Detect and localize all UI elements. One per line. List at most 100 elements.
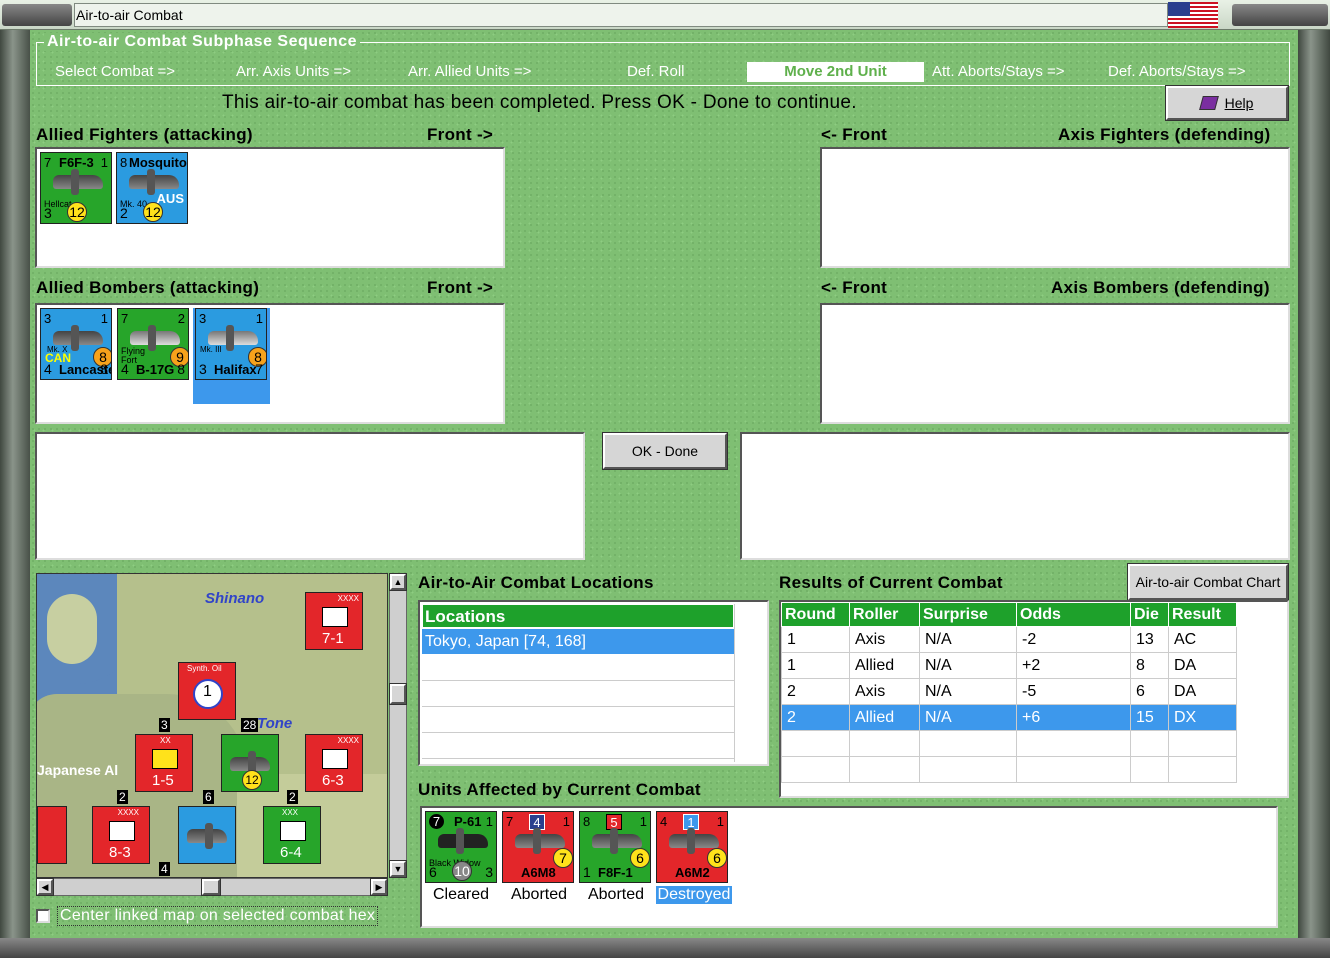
ok-done-button[interactable]: OK - Done bbox=[603, 433, 727, 469]
unit-counter[interactable]: 8 5 1 6 1 F8F-1 bbox=[579, 811, 651, 883]
map-label-shinano: Shinano bbox=[205, 590, 265, 607]
counter-value: 3 bbox=[44, 205, 52, 221]
unit-counter[interactable]: 3 1 Mk. III 8 3 Halifax 7 bbox=[195, 308, 267, 380]
location-row[interactable] bbox=[422, 681, 734, 707]
infantry-icon bbox=[280, 821, 306, 841]
counter-factor: 10 bbox=[452, 861, 472, 881]
counter-strength: 1 bbox=[203, 683, 212, 700]
location-row[interactable] bbox=[422, 733, 734, 759]
center-map-checkbox[interactable] bbox=[36, 909, 50, 923]
table-row[interactable]: 2 Axis N/A -5 6 DA bbox=[781, 678, 1237, 705]
table-row[interactable] bbox=[781, 756, 1237, 783]
stack-count: 28 bbox=[241, 718, 259, 732]
counter-size: Synth. Oil bbox=[187, 664, 222, 673]
axis-bombers-panel[interactable] bbox=[820, 303, 1290, 424]
location-row[interactable] bbox=[422, 655, 734, 681]
table-row[interactable] bbox=[781, 730, 1237, 757]
counter-factor: 12 bbox=[143, 202, 163, 222]
axis-fighters-panel[interactable] bbox=[820, 147, 1290, 268]
map-unit-counter[interactable]: XXXX 6-3 bbox=[305, 734, 363, 792]
scroll-thumb[interactable] bbox=[390, 684, 406, 704]
scroll-down-arrow[interactable]: ▼ bbox=[390, 861, 406, 877]
allied-info-panel bbox=[35, 432, 585, 560]
location-row[interactable] bbox=[422, 707, 734, 733]
table-row[interactable]: 1 Axis N/A -2 13 AC bbox=[781, 626, 1237, 653]
map-unit-counter[interactable]: Synth. Oil 1 bbox=[178, 662, 236, 720]
scroll-up-arrow[interactable]: ▲ bbox=[390, 574, 406, 590]
map-unit-counter[interactable]: XXXX 7-1 bbox=[305, 592, 363, 650]
step-att-aborts[interactable]: Att. Aborts/Stays => bbox=[932, 62, 1102, 82]
counter-name: A6M8 bbox=[521, 865, 556, 880]
scroll-thumb[interactable] bbox=[202, 879, 220, 895]
location-row[interactable]: Tokyo, Japan [74, 168] bbox=[422, 629, 734, 654]
center-map-label[interactable]: Center linked map on selected combat hex bbox=[57, 906, 379, 926]
cell: 1 bbox=[781, 652, 850, 679]
unit-counter[interactable]: 7 4 1 7 A6M8 bbox=[502, 811, 574, 883]
scroll-left-arrow[interactable]: ◀ bbox=[37, 879, 53, 895]
cell: Axis bbox=[849, 678, 920, 705]
cell: N/A bbox=[919, 678, 1017, 705]
cell: 15 bbox=[1130, 704, 1169, 731]
cell: 1 bbox=[781, 626, 850, 653]
step-def-aborts[interactable]: Def. Aborts/Stays => bbox=[1108, 62, 1283, 82]
frame-left bbox=[0, 30, 32, 958]
affected-units-panel[interactable]: 7 P-61 1 Black Widow 6 10 3 Cleared 7 4 … bbox=[420, 806, 1278, 928]
window-menu-button[interactable] bbox=[2, 4, 72, 26]
counter-name: Mosquito bbox=[129, 155, 187, 170]
map-unit-counter[interactable] bbox=[37, 806, 67, 864]
infantry-icon bbox=[322, 749, 348, 769]
aircraft-icon bbox=[592, 828, 642, 854]
allied-fighters-panel[interactable]: 7 F6F-3 1 Hellcat 3 12 8 Mosquito Mk. 40… bbox=[35, 147, 505, 268]
counter-strength: 6-3 bbox=[322, 772, 344, 789]
map-air-counter[interactable]: 12 bbox=[221, 734, 279, 792]
map-air-counter[interactable]: XXX bbox=[178, 806, 236, 864]
unit-status-selected: Destroyed bbox=[656, 886, 732, 904]
step-move-2nd-unit[interactable]: Move 2nd Unit bbox=[747, 62, 924, 82]
scroll-right-arrow[interactable]: ▶ bbox=[371, 879, 387, 895]
map-unit-counter[interactable]: XXXX 8-3 bbox=[92, 806, 150, 864]
unit-counter[interactable]: 4 1 1 6 A6M2 bbox=[656, 811, 728, 883]
counter-strength: 7-1 bbox=[322, 630, 344, 647]
stack-count: 6 bbox=[203, 790, 214, 804]
step-arr-axis[interactable]: Arr. Axis Units => bbox=[236, 62, 396, 82]
map-horizontal-scrollbar[interactable]: ◀ ▶ bbox=[36, 878, 388, 896]
unit-counter[interactable]: 7 P-61 1 Black Widow 6 10 3 bbox=[425, 811, 497, 883]
air-combat-chart-button[interactable]: Air-to-air Combat Chart bbox=[1128, 564, 1288, 600]
cell: Allied bbox=[849, 704, 920, 731]
allied-bombers-panel[interactable]: 3 1 Mk. X CAN 8 4 Lancaster 8 7 2 Flying… bbox=[35, 303, 505, 424]
locations-list[interactable]: Locations Tokyo, Japan [74, 168] bbox=[418, 600, 769, 766]
counter-value: 8 bbox=[100, 361, 108, 377]
table-row-selected[interactable]: 2 Allied N/A +6 15 DX bbox=[781, 704, 1237, 731]
col-result: Result bbox=[1168, 602, 1237, 627]
counter-size: XXXX bbox=[117, 808, 139, 817]
counter-strength: 6-4 bbox=[280, 844, 302, 861]
step-select-combat[interactable]: Select Combat => bbox=[55, 62, 225, 82]
infantry-icon bbox=[109, 821, 135, 841]
unit-counter[interactable]: 7 F6F-3 1 Hellcat 3 12 bbox=[40, 152, 112, 224]
stack-count: 2 bbox=[287, 790, 298, 804]
window-close-button[interactable] bbox=[1232, 4, 1328, 26]
counter-value: 8 bbox=[177, 361, 185, 377]
cell: Axis bbox=[849, 626, 920, 653]
col-round: Round bbox=[781, 602, 850, 627]
counter-value: 1 bbox=[716, 814, 724, 829]
cell: -2 bbox=[1016, 626, 1131, 653]
map-vertical-scrollbar[interactable]: ▲ ▼ bbox=[389, 573, 407, 878]
help-button[interactable]: Help bbox=[1166, 86, 1288, 120]
map-unit-counter[interactable]: XX 1-5 bbox=[135, 734, 193, 792]
table-row[interactable]: 1 Allied N/A +2 8 DA bbox=[781, 652, 1237, 679]
map-unit-counter[interactable]: XXX 6-4 bbox=[263, 806, 321, 864]
unit-counter[interactable]: 3 1 Mk. X CAN 8 4 Lancaster 8 bbox=[40, 308, 112, 380]
unit-counter[interactable]: 8 Mosquito Mk. 40 AUS 2 12 bbox=[116, 152, 188, 224]
step-def-roll[interactable]: Def. Roll bbox=[627, 62, 727, 82]
counter-name: F8F-1 bbox=[598, 865, 633, 880]
counter-value: 3 bbox=[44, 311, 52, 326]
col-odds: Odds bbox=[1016, 602, 1131, 627]
unit-counter[interactable]: 7 2 Flying Fort 9 4 B-17G 8 bbox=[117, 308, 189, 380]
step-arr-allied[interactable]: Arr. Allied Units => bbox=[408, 62, 578, 82]
results-table-panel[interactable]: Round Roller Surprise Odds Die Result 1A… bbox=[779, 600, 1289, 798]
counter-name: P-61 bbox=[454, 814, 482, 829]
linked-map[interactable]: Shinano Tone Japanese Al XXXX 7-1 Synth.… bbox=[36, 573, 388, 878]
aircraft-icon bbox=[669, 828, 719, 854]
aircraft-icon bbox=[515, 828, 565, 854]
